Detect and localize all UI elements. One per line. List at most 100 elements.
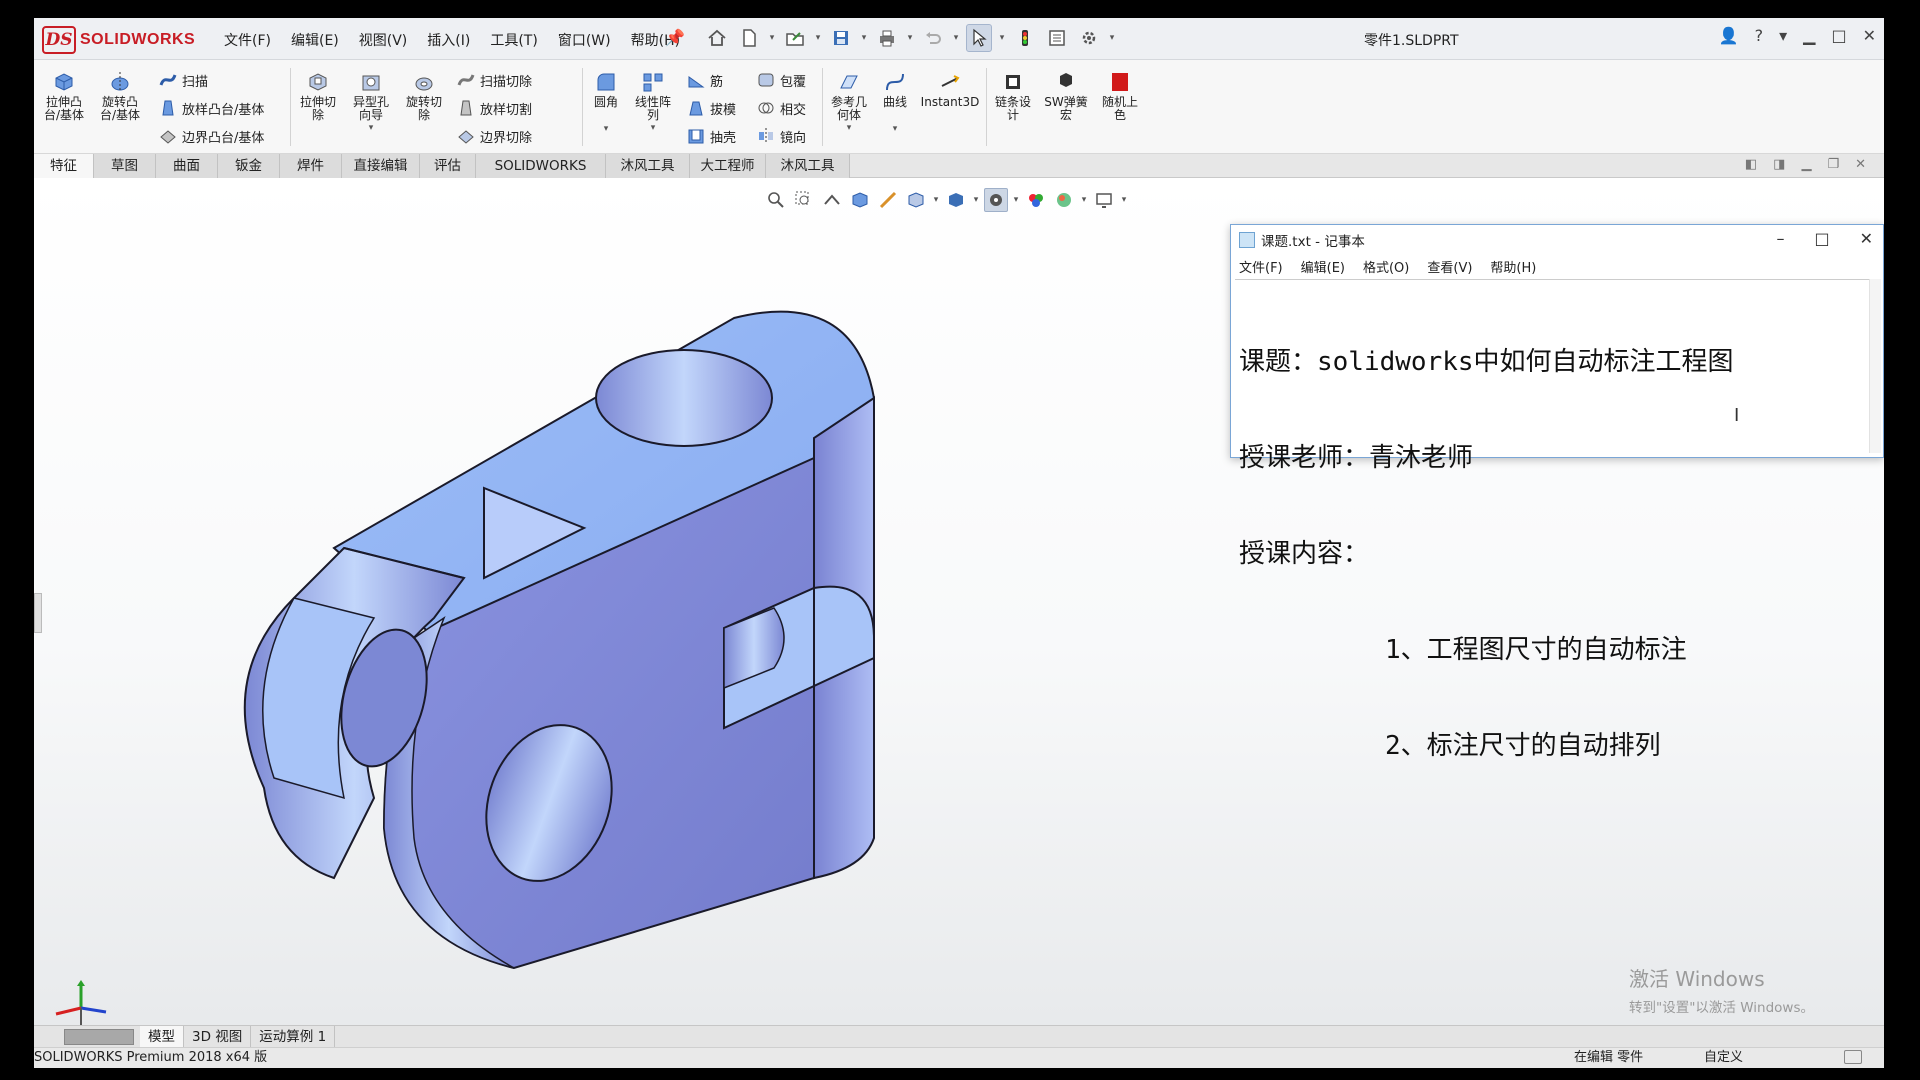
notepad-menu-edit[interactable]: 编辑(E): [1301, 257, 1345, 276]
undo-dropdown-icon[interactable]: ▾: [952, 24, 960, 52]
tab-features[interactable]: 特征: [34, 154, 94, 178]
display-style-dropdown-icon[interactable]: ▾: [972, 186, 980, 214]
status-message-icon[interactable]: [1844, 1050, 1862, 1064]
previous-view-icon[interactable]: [820, 188, 844, 212]
menu-view[interactable]: 视图(V): [359, 30, 408, 50]
sweep-button[interactable]: 扫描: [158, 70, 208, 90]
sweep-cut-button[interactable]: 扫描切除: [456, 70, 532, 90]
file-properties-icon[interactable]: [1044, 24, 1070, 52]
reference-geometry-button[interactable]: 参考几 何体 ▾: [826, 68, 872, 135]
help-icon[interactable]: ?: [1755, 26, 1764, 45]
rebuild-icon[interactable]: [1012, 24, 1038, 52]
help-dropdown-icon[interactable]: ▾: [1779, 26, 1787, 45]
panel-minimize-icon[interactable]: ▁: [1801, 157, 1811, 172]
chain-design-button[interactable]: 链条设 计: [990, 68, 1036, 122]
save-dropdown-icon[interactable]: ▾: [860, 24, 868, 52]
menu-tools[interactable]: 工具(T): [490, 30, 537, 50]
notepad-menu-format[interactable]: 格式(O): [1363, 257, 1409, 276]
status-units-custom[interactable]: 自定义: [1704, 1048, 1743, 1068]
fillet-dropdown-icon[interactable]: ▾: [604, 123, 609, 136]
pattern-dropdown-icon[interactable]: ▾: [651, 122, 656, 135]
instant3d-button[interactable]: Instant3D: [920, 68, 980, 109]
open-folder-icon[interactable]: [782, 24, 808, 52]
view-orientation-icon[interactable]: [904, 188, 928, 212]
panel-right-icon[interactable]: ◨: [1773, 157, 1785, 172]
hide-show-dropdown-icon[interactable]: ▾: [1012, 186, 1020, 214]
view-orientation-dropdown-icon[interactable]: ▾: [932, 186, 940, 214]
3d-part-model[interactable]: [214, 278, 1054, 978]
undo-icon[interactable]: [920, 24, 946, 52]
linear-pattern-button[interactable]: 线性阵 列 ▾: [630, 68, 676, 135]
tab-mufeng-toolbox-2[interactable]: 沐风工具箱: [766, 154, 850, 198]
tab-big-engineer[interactable]: 大工程师: [690, 154, 766, 178]
boundary-cut-button[interactable]: 边界切除: [456, 126, 532, 146]
tab-motion-study-1[interactable]: 运动算例 1: [251, 1025, 336, 1048]
zoom-area-icon[interactable]: [792, 188, 816, 212]
menu-file[interactable]: 文件(F): [224, 30, 271, 50]
curves-button[interactable]: 曲线 ▾: [876, 68, 914, 136]
print-icon[interactable]: [874, 24, 900, 52]
refgeom-dropdown-icon[interactable]: ▾: [847, 122, 852, 135]
close-icon[interactable]: ✕: [1863, 26, 1876, 45]
feature-manager-flyout-handle[interactable]: [34, 593, 42, 633]
view-settings-dropdown-icon[interactable]: ▾: [1120, 186, 1128, 214]
tab-solidworks-addins[interactable]: SOLIDWORKS 插件: [476, 154, 606, 198]
revolve-cut-button[interactable]: 旋转切 除: [402, 68, 446, 122]
display-style-icon[interactable]: [944, 188, 968, 212]
revolve-boss-button[interactable]: 旋转凸 台/基体: [96, 68, 144, 122]
new-document-icon[interactable]: [736, 24, 762, 52]
print-dropdown-icon[interactable]: ▾: [906, 24, 914, 52]
notepad-scrollbar[interactable]: [1869, 279, 1881, 453]
tab-mufeng-toolbox[interactable]: 沐风工具箱: [606, 154, 690, 198]
notepad-menu-file[interactable]: 文件(F): [1239, 257, 1283, 276]
user-icon[interactable]: 👤: [1719, 26, 1739, 45]
tab-weldments[interactable]: 焊件: [280, 154, 342, 178]
edit-appearance-icon[interactable]: [1024, 188, 1048, 212]
menu-insert[interactable]: 插入(I): [427, 30, 470, 50]
new-dropdown-icon[interactable]: ▾: [768, 24, 776, 52]
dynamic-annotation-icon[interactable]: [876, 188, 900, 212]
notepad-text-area[interactable]: 课题：solidworks中如何自动标注工程图 授课老师：青沐老师 授课内容： …: [1235, 279, 1869, 761]
notepad-minimize-icon[interactable]: –: [1776, 229, 1784, 248]
notepad-maximize-icon[interactable]: □: [1814, 229, 1829, 248]
save-icon[interactable]: [828, 24, 854, 52]
hole-wizard-button[interactable]: 异型孔 向导 ▾: [348, 68, 394, 135]
curves-dropdown-icon[interactable]: ▾: [893, 123, 898, 136]
open-dropdown-icon[interactable]: ▾: [814, 24, 822, 52]
random-color-button[interactable]: 随机上 色: [1096, 68, 1144, 122]
minimize-icon[interactable]: ▁: [1803, 26, 1815, 45]
hole-wizard-dropdown-icon[interactable]: ▾: [369, 122, 374, 135]
panel-close-icon[interactable]: ✕: [1855, 157, 1866, 172]
loft-cut-button[interactable]: 放样切割: [456, 98, 532, 118]
notepad-close-icon[interactable]: ✕: [1860, 229, 1873, 248]
tab-direct-editing[interactable]: 直接编辑: [342, 154, 420, 178]
apply-scene-icon[interactable]: [1052, 188, 1076, 212]
view-settings-icon[interactable]: [1092, 188, 1116, 212]
scene-dropdown-icon[interactable]: ▾: [1080, 186, 1088, 214]
tab-evaluate[interactable]: 评估: [420, 154, 476, 178]
select-dropdown-icon[interactable]: ▾: [998, 24, 1006, 52]
tab-3d-view[interactable]: 3D 视图: [184, 1025, 252, 1048]
menu-window[interactable]: 窗口(W): [558, 30, 611, 50]
hide-show-items-icon[interactable]: [984, 188, 1008, 212]
sw-spring-macro-button[interactable]: SW弹簧 宏: [1042, 68, 1090, 122]
options-dropdown-icon[interactable]: ▾: [1108, 24, 1116, 52]
loft-boss-button[interactable]: 放样凸台/基体: [158, 98, 264, 118]
home-icon[interactable]: [704, 24, 730, 52]
tab-sketch[interactable]: 草图: [94, 154, 156, 178]
maximize-icon[interactable]: □: [1831, 26, 1846, 45]
panel-restore-icon[interactable]: ❐: [1827, 157, 1839, 172]
pin-menu-icon[interactable]: 📌: [665, 28, 685, 48]
tab-scroll-nav[interactable]: [64, 1028, 134, 1045]
notepad-menu-view[interactable]: 查看(V): [1427, 257, 1472, 276]
menu-edit[interactable]: 编辑(E): [291, 30, 339, 50]
tab-surfaces[interactable]: 曲面: [156, 154, 218, 178]
rib-button[interactable]: 筋: [686, 70, 723, 90]
wrap-button[interactable]: 包覆: [756, 70, 806, 90]
options-gear-icon[interactable]: [1076, 24, 1102, 52]
notepad-menu-help[interactable]: 帮助(H): [1490, 257, 1536, 276]
mirror-button[interactable]: 镜向: [756, 126, 806, 146]
select-pointer-icon[interactable]: [966, 24, 992, 52]
draft-button[interactable]: 拔模: [686, 98, 736, 118]
zoom-to-fit-icon[interactable]: [764, 188, 788, 212]
